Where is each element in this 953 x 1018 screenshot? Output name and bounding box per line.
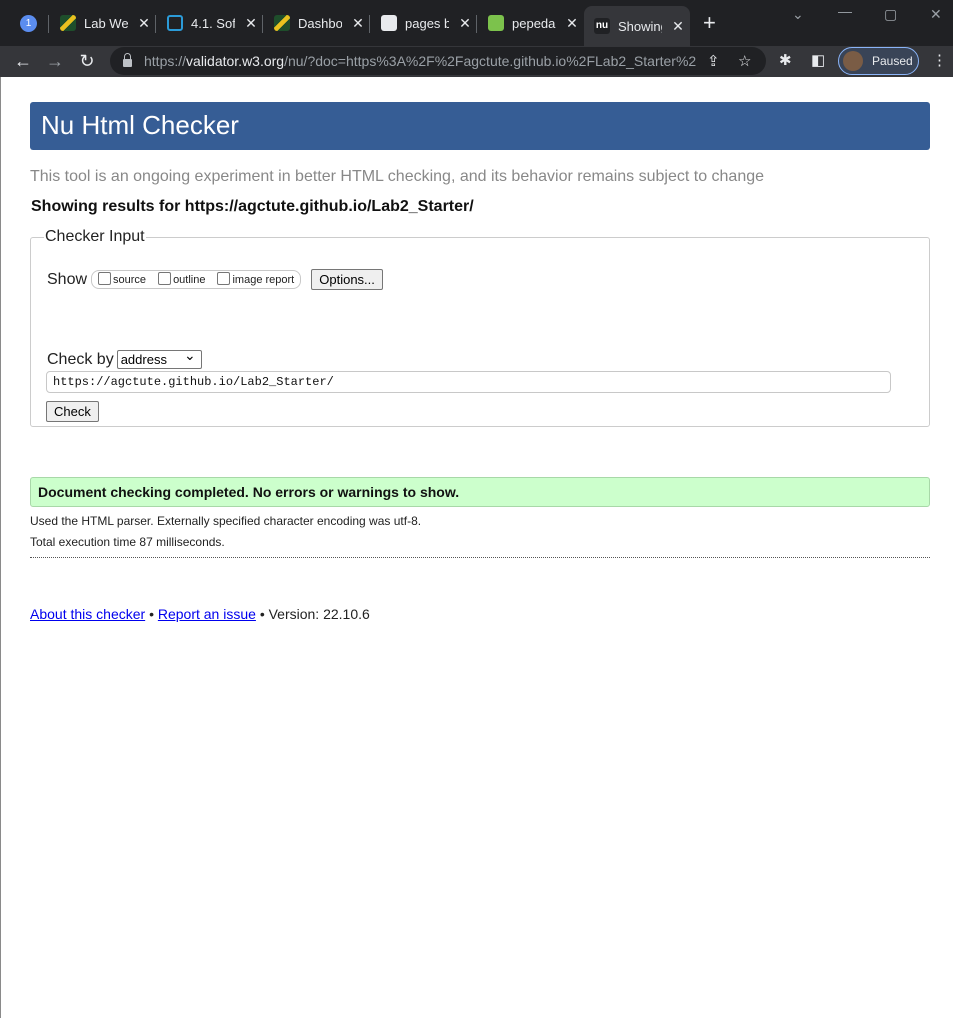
checker-input-legend: Checker Input: [45, 228, 145, 245]
close-icon[interactable]: ✕: [350, 15, 366, 32]
show-checkbox-group: source outline image report: [91, 270, 302, 289]
new-tab-button[interactable]: +: [703, 12, 716, 34]
checker-input-fieldset: Checker Input Show source outline image …: [30, 228, 930, 427]
page-header: Nu Html Checker: [30, 102, 930, 150]
outline-checkbox-label[interactable]: outline: [173, 274, 205, 286]
show-options-row: Show source outline image report Options…: [47, 269, 383, 290]
tab-dashboard[interactable]: Dashboa ✕: [262, 6, 366, 40]
options-button[interactable]: Options...: [311, 269, 383, 290]
footer-separator: •: [149, 606, 154, 622]
check-by-select[interactable]: address: [116, 347, 202, 369]
tab-pepeda[interactable]: pepeda ✕: [476, 6, 580, 40]
tab-lab-web[interactable]: Lab Web ✕: [48, 6, 152, 40]
document-url-input[interactable]: https://agctute.github.io/Lab2_Starter/: [46, 371, 891, 393]
footer-separator: •: [259, 606, 265, 622]
back-icon[interactable]: ←: [12, 50, 34, 72]
about-checker-link[interactable]: About this checker: [30, 606, 145, 622]
browser-toolbar: ← → ↻ https://validator.w3.org/nu/?doc=h…: [0, 46, 953, 77]
url-prefix: https://: [144, 53, 187, 69]
reload-icon[interactable]: ↻: [76, 50, 98, 72]
tab-title: 4.1. Soft: [191, 15, 235, 31]
page-subtitle: This tool is an ongoing experiment in be…: [30, 168, 765, 185]
report-issue-link[interactable]: Report an issue: [158, 606, 256, 622]
lab-icon: [274, 15, 290, 31]
lab-icon: [60, 15, 76, 31]
tab-title: pages b: [405, 15, 449, 31]
tab-separator: [369, 15, 370, 33]
close-icon[interactable]: ✕: [457, 15, 473, 32]
close-icon[interactable]: ✕: [670, 18, 686, 35]
tab-title: Showing: [618, 18, 662, 34]
result-success-message: Document checking completed. No errors o…: [30, 477, 930, 507]
tab-separator: [476, 15, 477, 33]
divider: [30, 557, 930, 558]
close-icon[interactable]: ✕: [564, 15, 580, 32]
page-left-border: [0, 77, 1, 1018]
lock-icon[interactable]: [123, 53, 132, 67]
avatar: [843, 51, 863, 71]
github-icon: [381, 15, 397, 31]
source-checkbox[interactable]: [98, 272, 112, 285]
results-heading: Showing results for https://agctute.gith…: [31, 198, 474, 215]
menu-kebab-icon[interactable]: ⋮: [932, 51, 947, 69]
page-footer: About this checker • Report an issue • V…: [30, 606, 370, 622]
url-rest: /nu/?doc=https%3A%2F%2Fagctute.github.io…: [284, 53, 696, 69]
forward-icon[interactable]: →: [44, 50, 66, 72]
source-checkbox-label[interactable]: source: [113, 274, 146, 286]
book-icon: [167, 15, 183, 31]
outline-checkbox[interactable]: [158, 272, 172, 285]
image-report-checkbox-label[interactable]: image report: [232, 274, 294, 286]
tab-separator: [155, 15, 156, 33]
check-button[interactable]: Check: [46, 401, 99, 422]
profile-button[interactable]: Paused: [838, 47, 919, 75]
close-icon[interactable]: ✕: [136, 15, 152, 32]
image-report-checkbox[interactable]: [217, 272, 231, 285]
bookmark-star-icon[interactable]: ☆: [738, 52, 751, 70]
tab-title: pepeda: [512, 15, 556, 31]
close-icon[interactable]: ✕: [243, 15, 259, 32]
minimize-icon[interactable]: —: [838, 3, 852, 19]
side-panel-icon[interactable]: ◧: [811, 51, 825, 69]
nu-icon: nu: [594, 18, 610, 34]
url-text[interactable]: https://validator.w3.org/nu/?doc=https%3…: [144, 53, 696, 69]
check-by-row: Check by address: [47, 347, 202, 369]
tab-title: Dashboa: [298, 15, 342, 31]
address-bar[interactable]: https://validator.w3.org/nu/?doc=https%3…: [110, 47, 766, 75]
tab-search-icon[interactable]: ⌄: [792, 6, 804, 23]
frog-icon: [488, 15, 504, 31]
extensions-icon[interactable]: ✱: [779, 51, 792, 69]
tab-title: Lab Web: [84, 15, 128, 31]
page-title: Nu Html Checker: [41, 110, 239, 140]
execution-time-info: Total execution time 87 milliseconds.: [30, 535, 225, 549]
tab-software[interactable]: 4.1. Soft ✕: [155, 6, 259, 40]
tab-github-pages[interactable]: pages b ✕: [369, 6, 473, 40]
show-label: Show: [47, 270, 88, 288]
tab-separator: [48, 15, 49, 33]
parser-info: Used the HTML parser. Externally specifi…: [30, 514, 422, 528]
window-close-icon[interactable]: ✕: [930, 6, 942, 23]
url-host: validator.w3.org: [186, 53, 285, 69]
tab-showing-active[interactable]: nu Showing ✕: [584, 6, 690, 46]
tab-group-badge[interactable]: 1: [20, 15, 37, 32]
browser-tab-bar: 1 Lab Web ✕ 4.1. Soft ✕ Dashboa ✕ pages …: [0, 0, 953, 46]
version-text: Version: 22.10.6: [268, 606, 370, 622]
maximize-icon[interactable]: ▢: [884, 6, 897, 23]
check-by-label: Check by: [47, 350, 114, 368]
share-icon[interactable]: ⇪: [707, 52, 720, 70]
profile-status: Paused: [872, 54, 913, 68]
tab-separator: [262, 15, 263, 33]
